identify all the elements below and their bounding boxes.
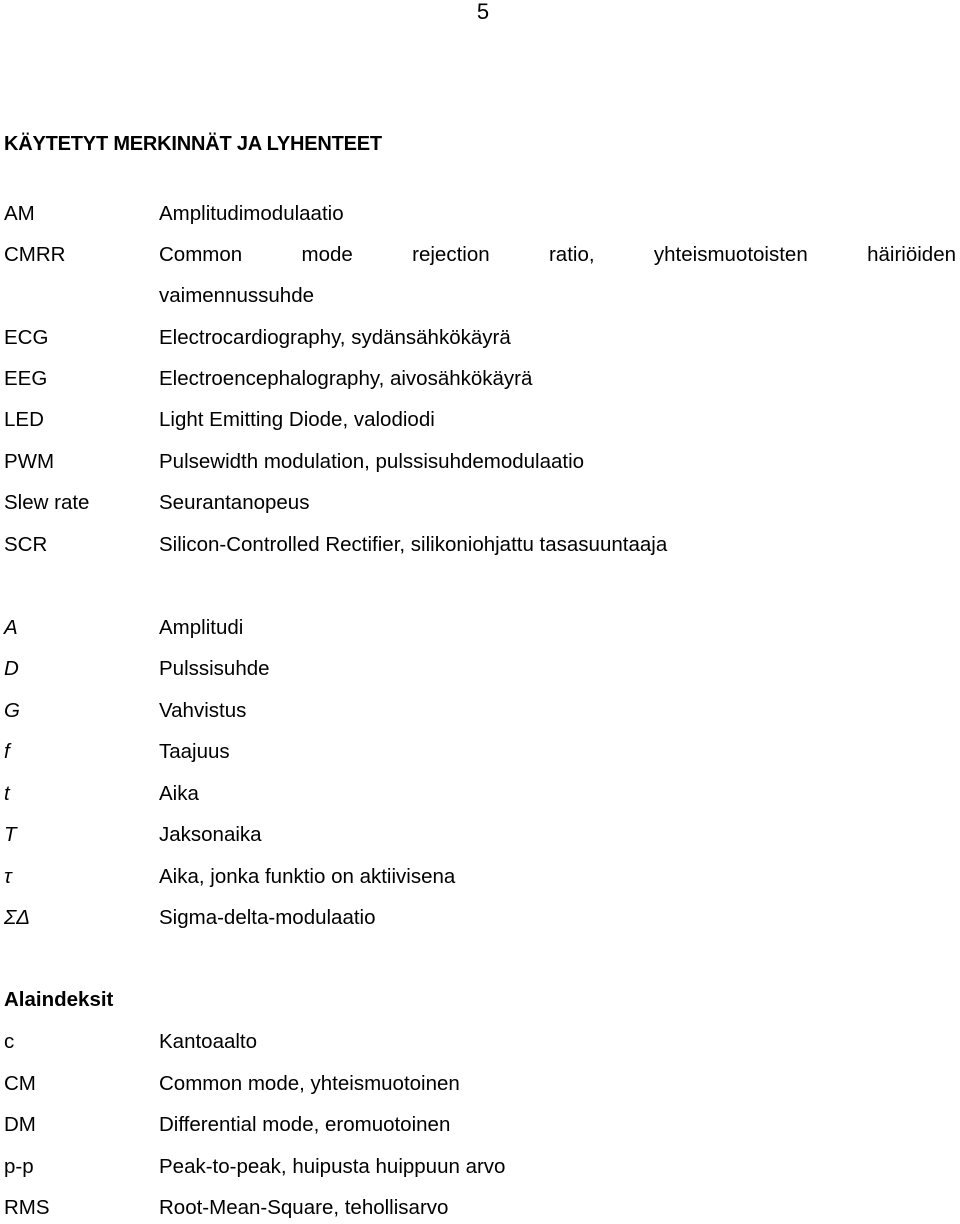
symbol: D: [4, 657, 19, 680]
definition: Kantoaalto: [159, 1030, 258, 1053]
definition: Vahvistus: [159, 699, 247, 722]
symbol: A: [4, 616, 18, 639]
term: Slew rate: [4, 491, 90, 514]
subscript: c: [4, 1030, 15, 1053]
definition: Root-Mean-Square, tehollisarvo: [159, 1196, 449, 1219]
symbol: τ: [4, 865, 12, 888]
definition: Sigma-delta-modulaatio: [159, 906, 376, 929]
definition-word: mode: [301, 243, 353, 266]
definition-continuation: vaimennussuhde: [159, 284, 314, 307]
term: CMRR: [4, 243, 66, 266]
subscript: p-p: [4, 1155, 34, 1178]
term: AM: [4, 202, 35, 225]
definition: Electrocardiography, sydänsähkökäyrä: [159, 326, 511, 349]
definition: Amplitudimodulaatio: [159, 202, 344, 225]
definition-word: rejection: [412, 243, 490, 266]
symbol: T: [4, 823, 17, 846]
definition: Silicon-Controlled Rectifier, silikonioh…: [159, 533, 668, 556]
symbol: ΣΔ: [4, 906, 31, 929]
definition-word: häiriöiden: [867, 243, 956, 266]
definition: Aika, jonka funktio on aktiivisena: [159, 865, 456, 888]
definition: Amplitudi: [159, 616, 244, 639]
definition: Seurantanopeus: [159, 491, 310, 514]
definition: Electroencephalography, aivosähkökäyrä: [159, 367, 533, 390]
symbol: f: [4, 740, 10, 763]
subscript: DM: [4, 1113, 36, 1136]
definition-word: ratio,: [548, 243, 595, 266]
definition-word: yhteismuotoisten: [653, 243, 808, 266]
subscript: RMS: [4, 1196, 50, 1219]
definition: Pulssisuhde: [159, 657, 270, 680]
term: LED: [4, 408, 44, 431]
definition: Peak-to-peak, huipusta huippuun arvo: [159, 1155, 506, 1178]
term: PWM: [4, 450, 55, 473]
definition: Differential mode, eromuotoinen: [159, 1113, 451, 1136]
definition: Taajuus: [159, 740, 230, 763]
page-title: KÄYTETYT MERKINNÄT JA LYHENTEET: [4, 133, 382, 155]
term: ECG: [4, 326, 49, 349]
symbol: G: [4, 699, 20, 722]
definition: Light Emitting Diode, valodiodi: [159, 408, 435, 431]
definition: Jaksonaika: [159, 823, 262, 846]
subscript: CM: [4, 1072, 36, 1095]
definition: Common mode rejection ratio, yhteismuoto…: [159, 241, 956, 269]
page-number: 5: [476, 0, 490, 24]
section-heading: Alaindeksit: [4, 988, 114, 1011]
term: SCR: [4, 533, 48, 556]
symbol: t: [4, 782, 10, 805]
term: EEG: [4, 367, 48, 390]
definition: Common mode, yhteismuotoinen: [159, 1072, 460, 1095]
definition-word: Common: [159, 243, 243, 266]
definition: Aika: [159, 782, 199, 805]
definition: Pulsewidth modulation, pulssisuhdemodula…: [159, 450, 585, 473]
